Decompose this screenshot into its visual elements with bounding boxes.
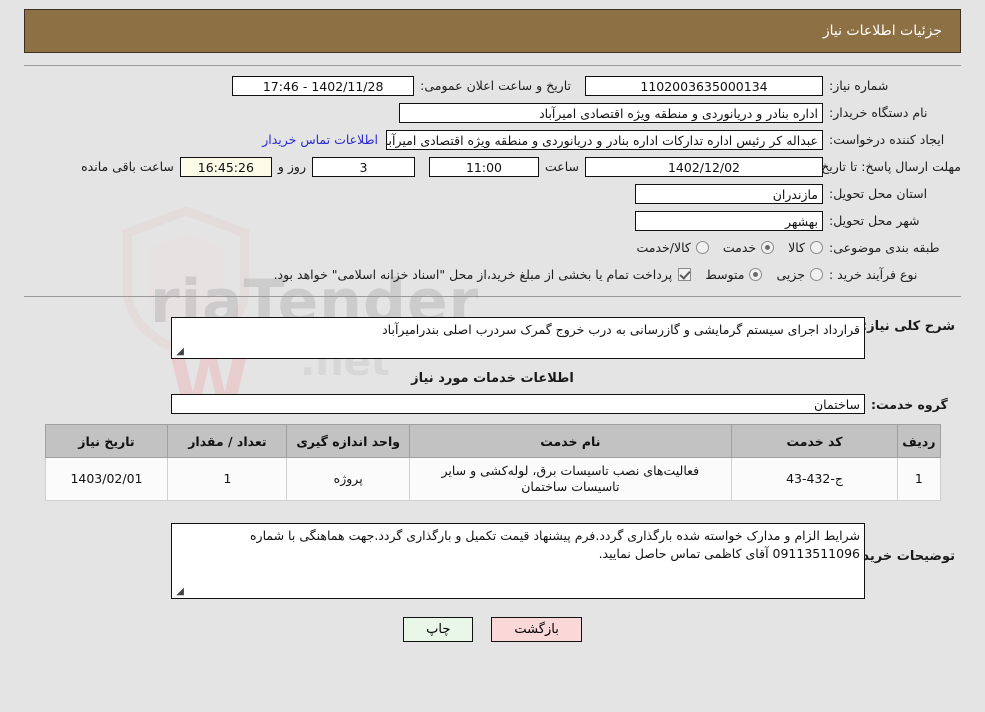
row-province: استان محل تحویل: مازندران: [24, 180, 961, 207]
table-row: 1 ج-432-43 فعالیت‌های نصب تاسیسات برق، ل…: [44, 457, 941, 501]
remaining-days-label: روز و: [277, 159, 306, 174]
window-titlebar: جزئیات اطلاعات نیاز: [24, 9, 961, 53]
row-purchase-process: نوع فرآیند خرید : جزیی متوسط پرداخت تمام…: [24, 261, 961, 288]
province-label: استان محل تحویل:: [829, 186, 928, 201]
service-group-value: ساختمان: [171, 394, 865, 414]
subject-classification-options: کالا خدمت کالا/خدمت: [622, 240, 823, 255]
col-quantity: تعداد / مقدار: [167, 424, 288, 458]
radio-motevaset-label: متوسط: [705, 267, 745, 282]
page-title: جزئیات اطلاعات نیاز: [822, 23, 942, 39]
buyer-notes-value: شرایط الزام و مدارک خواسته شده بارگذاری …: [249, 528, 860, 561]
request-creator-label: ایجاد کننده درخواست:: [829, 132, 945, 147]
cell-unit: پروژه: [286, 457, 410, 501]
description-label: شرح کلی نیاز:: [861, 319, 955, 334]
radio-jozyi[interactable]: [810, 268, 823, 281]
row-request-creator: ایجاد کننده درخواست: عبداله کر رئیس ادار…: [24, 126, 961, 153]
radio-kala-label: کالا: [788, 240, 805, 255]
col-radif: ردیف: [897, 424, 941, 458]
need-info-panel: شماره نیاز: 1102003635000134 تاریخ و ساع…: [24, 65, 961, 297]
announce-datetime-label: تاریخ و ساعت اعلان عمومی:: [420, 78, 571, 93]
services-section-title: اطلاعات خدمات مورد نیاز: [411, 371, 574, 386]
buyer-notes-textarea[interactable]: شرایط الزام و مدارک خواسته شده بارگذاری …: [171, 523, 865, 599]
cell-service-name: فعالیت‌های نصب تاسیسات برق، لوله‌کشی و س…: [408, 457, 732, 501]
treasury-payment-checkbox[interactable]: [678, 268, 692, 281]
row-subject-classification: طبقه بندی موضوعی: کالا خدمت کالا/خدمت: [24, 234, 961, 261]
remaining-time-value: 16:45:26: [179, 156, 272, 177]
cell-quantity: 1: [167, 457, 288, 501]
buyer-contact-link[interactable]: اطلاعات تماس خریدار: [254, 132, 386, 147]
remaining-time-label: ساعت باقی مانده: [81, 159, 174, 174]
radio-khedmat-label: خدمت: [722, 240, 757, 255]
radio-khedmat[interactable]: [761, 241, 775, 254]
buyer-notes-panel: توضیحات خریدار: شرایط الزام و مدارک خواس…: [24, 523, 961, 605]
radio-motevaset[interactable]: [749, 268, 763, 281]
items-table-wrap: ردیف کد خدمت نام خدمت واحد اندازه گیری ت…: [0, 422, 985, 511]
buyer-org-value: اداره بنادر و دریانوردی و منطقه ویژه اقت…: [399, 102, 823, 123]
col-unit: واحد اندازه گیری: [286, 424, 410, 458]
row-service-group: گروه خدمت: ساختمان: [24, 390, 961, 422]
row-buyer-notes: توضیحات خریدار: شرایط الزام و مدارک خواس…: [24, 523, 961, 605]
row-deadline: مهلت ارسال پاسخ: تا تاریخ: 1402/12/02 سا…: [24, 153, 961, 180]
city-value: بهشهر: [635, 210, 823, 231]
cell-service-code: ج-432-43: [730, 457, 899, 501]
deadline-time-value: 11:00: [428, 156, 539, 177]
footer-actions: بازگشت چاپ: [0, 605, 985, 642]
treasury-payment-note: پرداخت تمام یا بخشی از مبلغ خرید،از محل …: [273, 267, 673, 282]
subject-classification-label: طبقه بندی موضوعی:: [829, 240, 940, 255]
deadline-time-label: ساعت: [544, 159, 579, 174]
radio-kala-khedmat-label: کالا/خدمت: [636, 240, 691, 255]
table-header-row: ردیف کد خدمت نام خدمت واحد اندازه گیری ت…: [44, 424, 941, 458]
row-need-number: شماره نیاز: 1102003635000134 تاریخ و ساع…: [24, 72, 961, 99]
col-need-date: تاریخ نیاز: [44, 424, 169, 458]
cell-need-date: 1403/02/01: [44, 457, 169, 501]
buyer-org-label: نام دستگاه خریدار:: [829, 105, 928, 120]
need-number-value: 1102003635000134: [585, 75, 823, 96]
province-value: مازندران: [635, 183, 823, 204]
buyer-notes-label: توضیحات خریدار:: [845, 549, 955, 564]
purchase-process-label: نوع فرآیند خرید :: [829, 267, 918, 282]
deadline-date-value: 1402/12/02: [585, 156, 823, 177]
col-service-name: نام خدمت: [408, 424, 732, 458]
items-table: ردیف کد خدمت نام خدمت واحد اندازه گیری ت…: [44, 424, 941, 501]
resize-handle-icon[interactable]: ◢: [174, 347, 184, 357]
radio-kala[interactable]: [810, 241, 823, 254]
remaining-days-value: 3: [311, 156, 415, 177]
need-number-label: شماره نیاز:: [829, 78, 889, 93]
radio-jozyi-label: جزیی: [776, 267, 805, 282]
col-service-code: کد خدمت: [730, 424, 899, 458]
request-creator-value: عبداله کر رئیس اداره تدارکات اداره بنادر…: [386, 129, 823, 150]
description-panel: شرح کلی نیاز: قرارداد اجرای سیستم گرمایش…: [24, 309, 961, 422]
city-label: شهر محل تحویل:: [829, 213, 920, 228]
radio-kala-khedmat[interactable]: [695, 241, 709, 254]
purchase-process-options: جزیی متوسط: [691, 267, 823, 282]
service-group-label: گروه خدمت:: [871, 396, 948, 412]
cell-radif: 1: [897, 457, 941, 501]
page-root: جزئیات اطلاعات نیاز شماره نیاز: 11020036…: [0, 9, 985, 642]
deadline-label: مهلت ارسال پاسخ: تا تاریخ:: [816, 159, 961, 174]
announce-datetime-value: 1402/11/28 - 17:46: [232, 75, 415, 96]
row-description: شرح کلی نیاز: قرارداد اجرای سیستم گرمایش…: [24, 309, 961, 365]
row-city: شهر محل تحویل: بهشهر: [24, 207, 961, 234]
row-buyer-org: نام دستگاه خریدار: اداره بنادر و دریانور…: [24, 99, 961, 126]
print-button[interactable]: چاپ: [403, 617, 474, 642]
description-textarea[interactable]: قرارداد اجرای سیستم گرمایشی و گازرسانی ب…: [171, 317, 865, 359]
resize-handle-icon[interactable]: ◢: [174, 587, 184, 597]
description-value: قرارداد اجرای سیستم گرمایشی و گازرسانی ب…: [382, 322, 860, 337]
back-button[interactable]: بازگشت: [491, 617, 582, 642]
